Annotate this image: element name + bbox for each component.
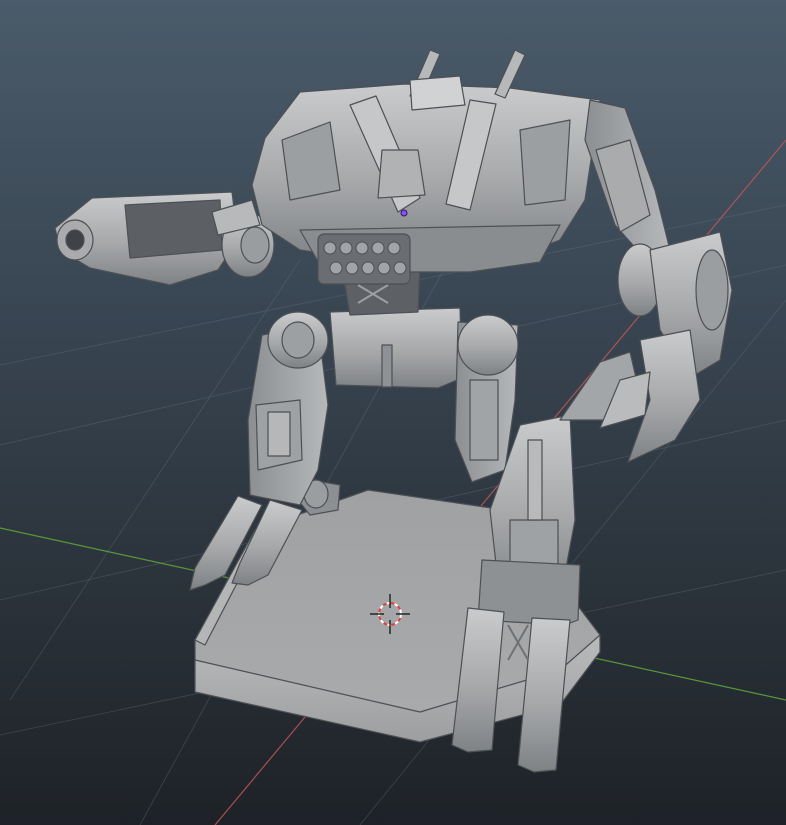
torso[interactable] — [251, 49, 601, 285]
scene-canvas[interactable] — [0, 0, 786, 825]
3d-viewport[interactable] — [0, 0, 786, 825]
object-origin-point[interactable] — [400, 209, 408, 217]
left-leg[interactable] — [247, 311, 329, 506]
left-arm-cannon[interactable] — [54, 191, 275, 286]
